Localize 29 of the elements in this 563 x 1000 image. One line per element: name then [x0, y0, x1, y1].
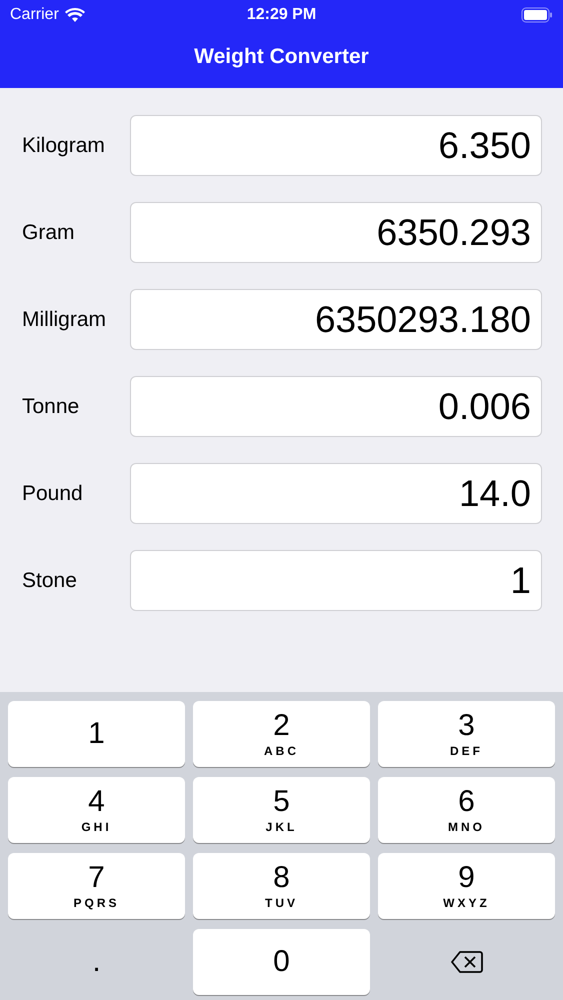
digit-key[interactable]: 2 ABC — [193, 701, 370, 767]
carrier-name: Carrier — [10, 6, 59, 24]
digit-key[interactable]: 7 PQRS — [8, 853, 185, 919]
nav-title: Weight Converter — [193, 44, 370, 70]
digit-key[interactable]: 4 GHI — [8, 777, 185, 843]
value-field[interactable]: 0.006 — [130, 376, 542, 437]
unit-label: Pound — [22, 482, 84, 506]
unit-label: Milligram — [22, 308, 107, 332]
unit-label: Tonne — [22, 394, 80, 418]
value-field[interactable]: 6.350 — [130, 115, 542, 176]
unit-label: Gram — [22, 220, 76, 244]
digit-key[interactable]: 0 — [193, 929, 370, 995]
digit-key[interactable]: 9 WXYZ — [378, 853, 555, 919]
wifi-icon — [64, 8, 85, 22]
value-field[interactable]: 6350293.180 — [130, 289, 542, 350]
unit-label: Kilogram — [22, 134, 106, 158]
status-time: 12:29 PM — [246, 6, 316, 24]
backspace-icon — [450, 950, 482, 974]
digit-key[interactable]: 1 — [8, 701, 185, 767]
digit-key[interactable]: 6 MNO — [378, 777, 555, 843]
digit-key[interactable]: 5 JKL — [193, 777, 370, 843]
value-field[interactable]: 1 — [130, 550, 542, 611]
battery-icon — [521, 7, 553, 23]
value-field[interactable]: 14.0 — [130, 463, 542, 524]
unit-label: Stone — [22, 568, 78, 592]
value-field[interactable]: 6350.293 — [130, 202, 542, 263]
digit-key[interactable]: 3 DEF — [378, 701, 555, 767]
digit-key[interactable]: 8 TUV — [193, 853, 370, 919]
decimal-key[interactable]: . — [8, 929, 185, 995]
